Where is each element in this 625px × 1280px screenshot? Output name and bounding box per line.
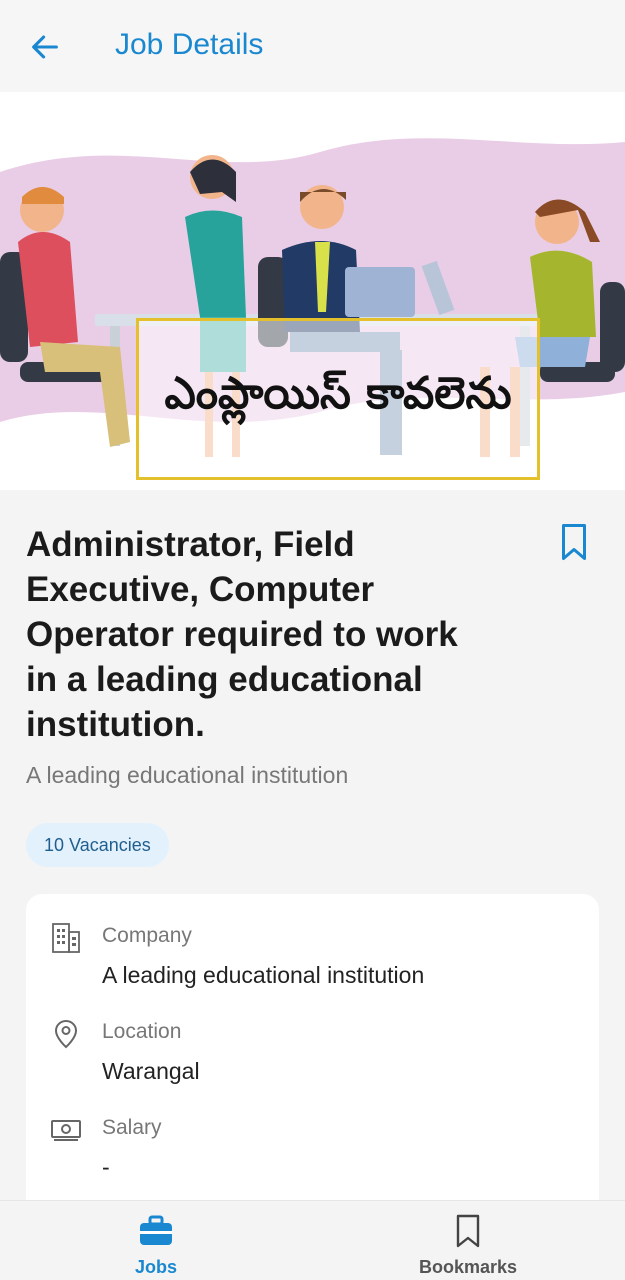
bottom-navigation: Jobs Bookmarks bbox=[0, 1200, 625, 1280]
money-icon bbox=[51, 1120, 81, 1141]
nav-jobs-label: Jobs bbox=[134, 1257, 177, 1277]
nav-bookmarks[interactable]: Bookmarks bbox=[388, 1201, 548, 1280]
vacancies-text: 10 Vacancies bbox=[44, 834, 151, 855]
job-details-card: Company A leading educational institutio… bbox=[26, 894, 599, 1224]
salary-label: Salary bbox=[102, 1116, 162, 1139]
salary-value: - bbox=[102, 1154, 110, 1180]
vacancies-badge: 10 Vacancies bbox=[26, 823, 169, 867]
location-label: Location bbox=[102, 1020, 182, 1043]
job-title: Administrator, Field Executive, Computer… bbox=[26, 525, 458, 744]
bookmark-icon[interactable] bbox=[556, 522, 592, 562]
app-header: Job Details bbox=[0, 0, 625, 92]
nav-jobs[interactable]: Jobs bbox=[76, 1201, 236, 1280]
arrow-left-icon[interactable] bbox=[28, 30, 62, 64]
location-value: Warangal bbox=[102, 1058, 200, 1084]
location-pin-icon bbox=[54, 1019, 78, 1049]
bookmark-outline-icon bbox=[456, 1214, 480, 1248]
page-title: Job Details bbox=[115, 28, 264, 61]
job-banner-image: ఎంప్లాయిస్ కావలెను bbox=[0, 92, 625, 490]
company-value: A leading educational institution bbox=[102, 962, 425, 988]
nav-bookmarks-label: Bookmarks bbox=[418, 1257, 518, 1277]
banner-caption-text: ఎంప్లాయిస్ కావలెను bbox=[164, 368, 512, 419]
company-label: Company bbox=[102, 924, 192, 947]
job-company-subtitle: A leading educational institution bbox=[26, 762, 349, 788]
building-icon bbox=[52, 923, 80, 953]
briefcase-icon bbox=[140, 1215, 172, 1245]
banner-caption-box: ఎంప్లాయిస్ కావలెను bbox=[136, 318, 540, 480]
